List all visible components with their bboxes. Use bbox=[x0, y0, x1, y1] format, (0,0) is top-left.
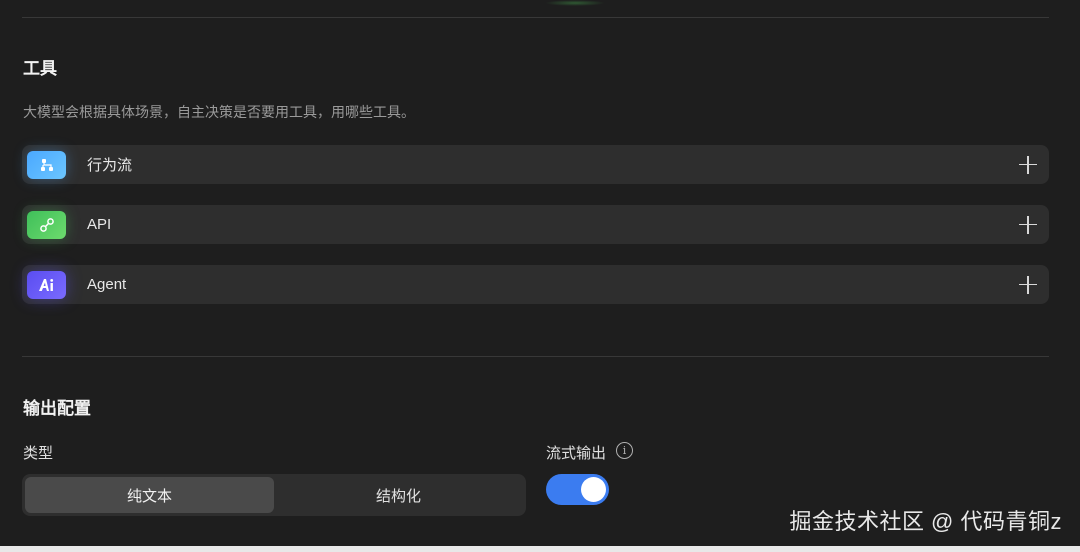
tool-row-agent[interactable]: Agent bbox=[22, 265, 1049, 304]
stream-output-label: 流式输出 bbox=[546, 445, 607, 462]
tools-section-title: 工具 bbox=[23, 59, 57, 78]
top-glow bbox=[545, 0, 605, 6]
link-icon bbox=[27, 210, 66, 239]
toggle-knob bbox=[581, 477, 606, 502]
workflow-icon bbox=[27, 150, 66, 179]
tool-label-api: API bbox=[87, 216, 112, 233]
section-divider bbox=[22, 356, 1049, 357]
tool-row-api[interactable]: API bbox=[22, 205, 1049, 244]
output-section-title: 输出配置 bbox=[23, 399, 91, 418]
tools-section-description: 大模型会根据具体场景，自主决策是否要用工具，用哪些工具。 bbox=[23, 104, 415, 120]
ai-icon bbox=[27, 270, 66, 299]
plus-icon[interactable] bbox=[1019, 215, 1037, 234]
type-label: 类型 bbox=[23, 445, 54, 462]
tool-row-workflow[interactable]: 行为流 bbox=[22, 145, 1049, 184]
bottom-strip bbox=[0, 546, 1080, 552]
top-divider bbox=[22, 17, 1049, 18]
tool-label-workflow: 行为流 bbox=[87, 157, 133, 174]
type-option-structured[interactable]: 结构化 bbox=[274, 477, 523, 513]
type-option-plain-text[interactable]: 纯文本 bbox=[25, 477, 274, 513]
watermark: 掘金技术社区 @ 代码青铜z bbox=[789, 509, 1062, 534]
plus-icon[interactable] bbox=[1019, 155, 1037, 174]
info-icon[interactable]: i bbox=[616, 442, 633, 459]
plus-icon[interactable] bbox=[1019, 275, 1037, 294]
type-segmented-control: 纯文本 结构化 bbox=[22, 474, 526, 516]
tool-label-agent: Agent bbox=[87, 276, 127, 293]
stream-output-toggle[interactable] bbox=[546, 474, 609, 505]
config-panel: 工具 大模型会根据具体场景，自主决策是否要用工具，用哪些工具。 行为流 API bbox=[0, 0, 1080, 552]
